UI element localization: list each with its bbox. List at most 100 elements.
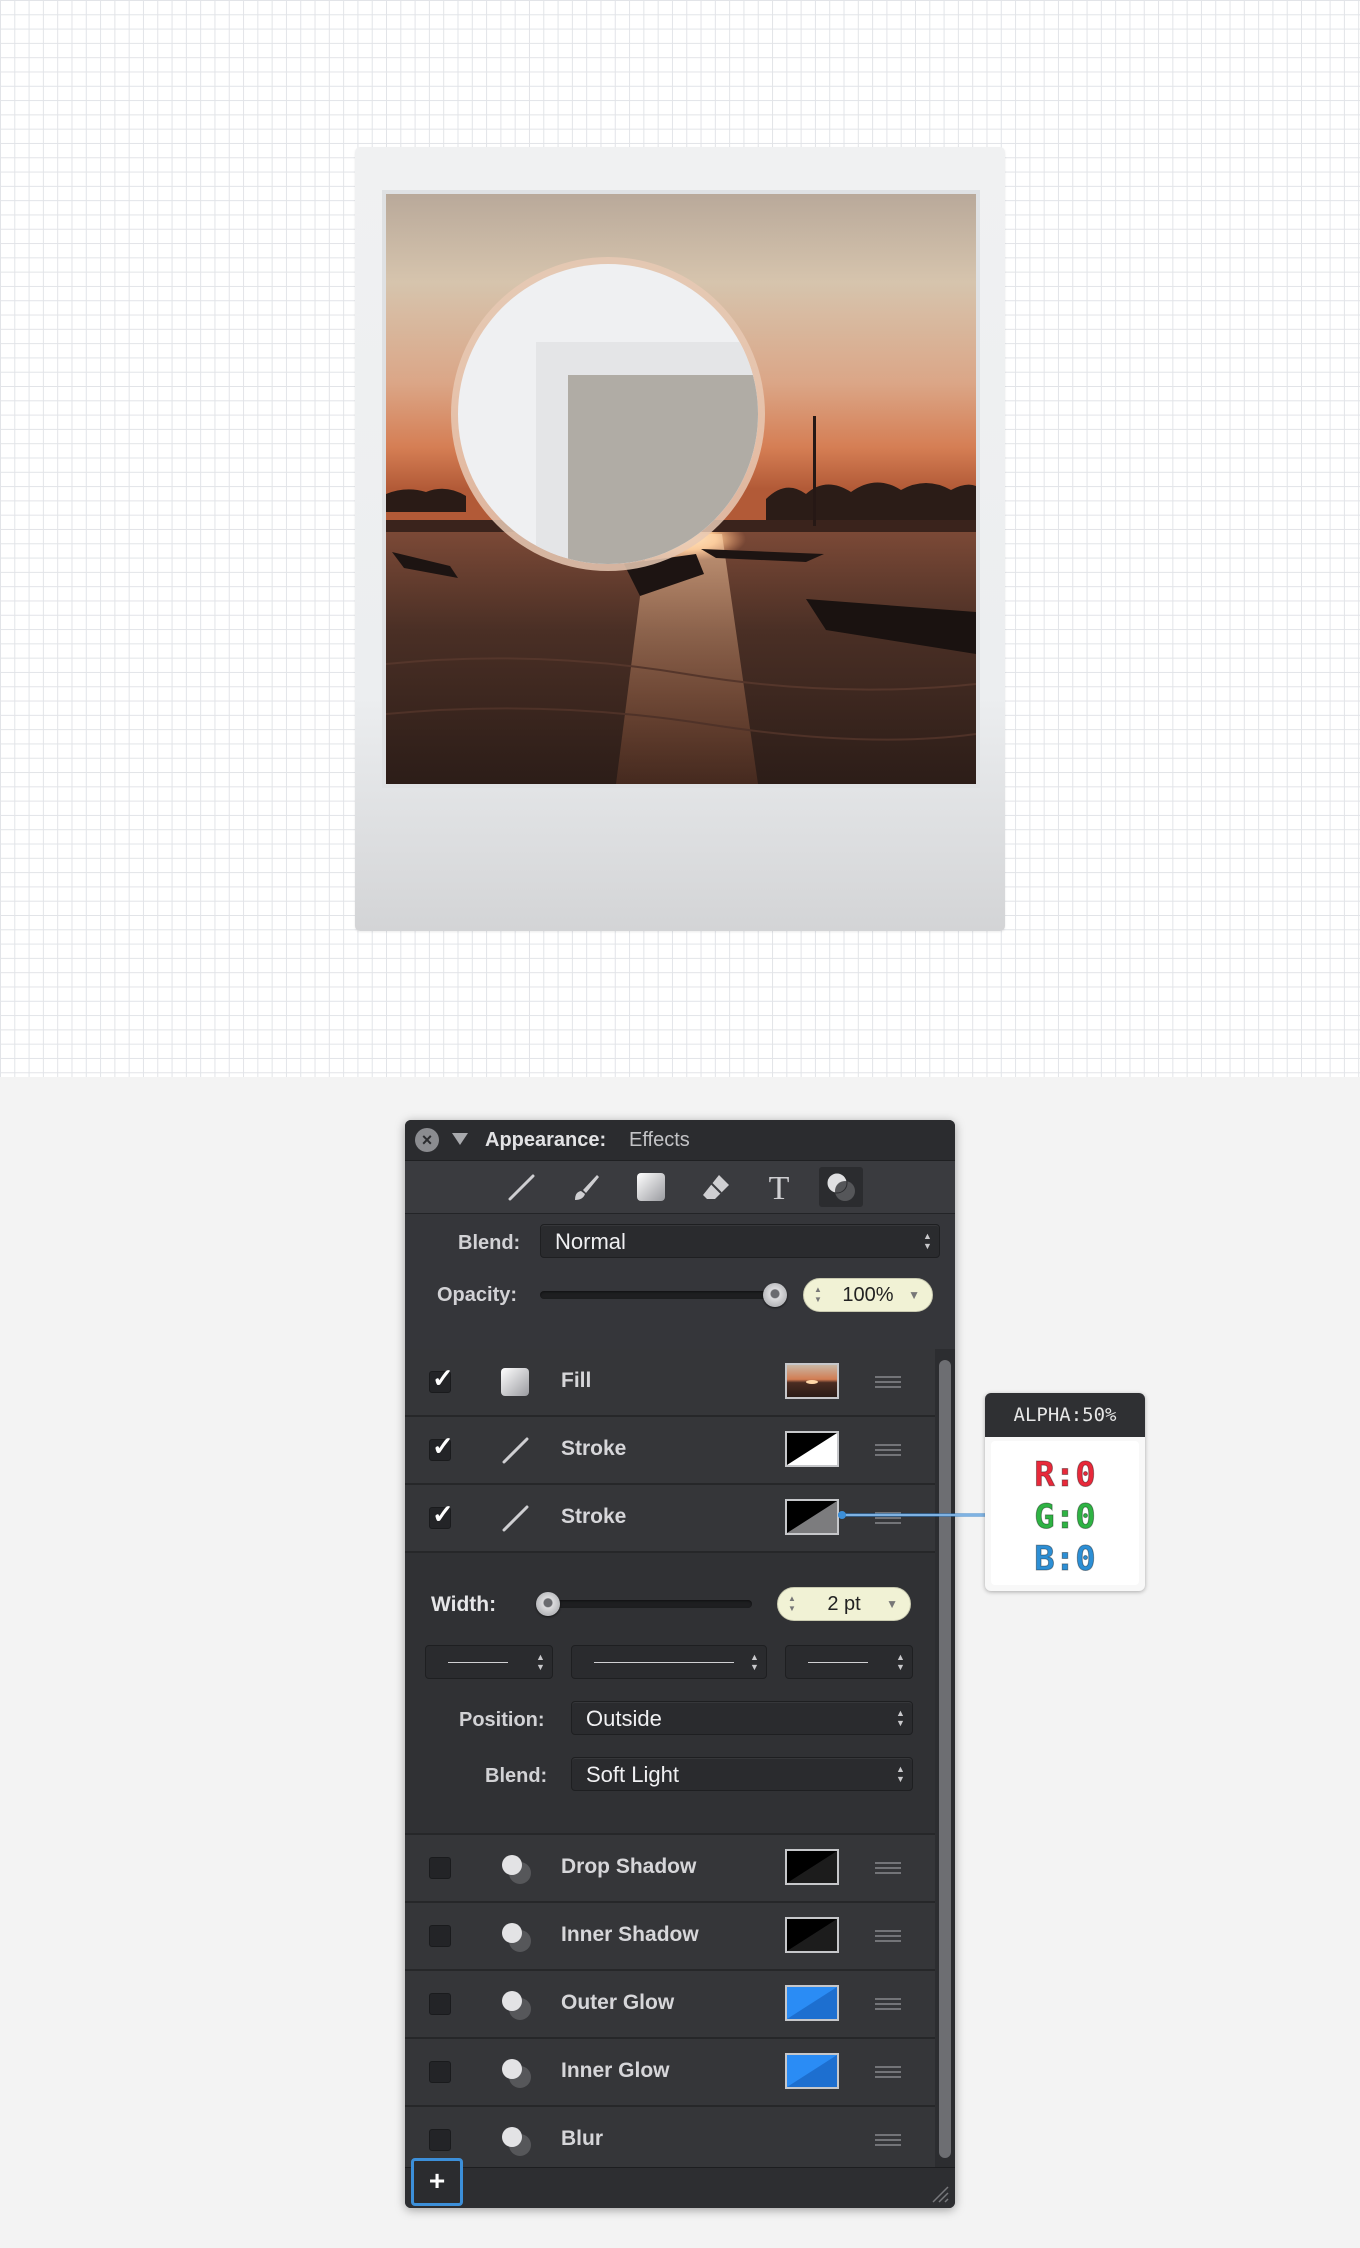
scrollbar-thumb[interactable] — [939, 1360, 951, 2158]
list-item-inner-glow[interactable]: Inner Glow — [405, 2039, 935, 2107]
green-value: G:0 — [1034, 1497, 1096, 1538]
updown-arrows-icon: ▲ ▼ — [896, 1764, 905, 1784]
blend-value: Normal — [555, 1229, 626, 1254]
red-value: R:0 — [1034, 1455, 1096, 1496]
position-select[interactable]: Outside ▲ ▼ — [571, 1701, 913, 1735]
effects-icon — [499, 1852, 531, 1884]
alpha-label: ALPHA:50% — [985, 1393, 1145, 1437]
effects-icon — [499, 1988, 531, 2020]
stepper-arrows-icon: ▲ ▼ — [814, 1285, 822, 1304]
row-label: Inner Glow — [561, 2059, 670, 2082]
drag-handle-icon[interactable] — [875, 1930, 901, 1942]
stroke-swatch[interactable] — [785, 1431, 839, 1467]
checkmark-icon: ✓ — [432, 1499, 454, 1529]
list-item-stroke-2[interactable]: ✓ Stroke — [405, 1485, 935, 1553]
position-label: Position: — [459, 1709, 545, 1731]
drag-handle-icon[interactable] — [875, 1998, 901, 2010]
opacity-stepper[interactable]: ▲ ▼ 100% ▼ — [803, 1278, 933, 1312]
list-item-fill[interactable]: ✓ Fill — [405, 1349, 935, 1417]
resize-grip-icon[interactable] — [929, 2183, 949, 2203]
appearance-panel: × Appearance: Effects T Blend: Normal ▲ ▼… — [405, 1120, 955, 2208]
blur-checkbox[interactable] — [429, 2129, 451, 2151]
outer-glow-swatch[interactable] — [785, 1985, 839, 2021]
list-item-outer-glow[interactable]: Outer Glow — [405, 1971, 935, 2039]
list-item-stroke[interactable]: ✓ Stroke — [405, 1417, 935, 1485]
fill-square-icon[interactable] — [629, 1167, 673, 1207]
drop-shadow-swatch[interactable] — [785, 1849, 839, 1885]
effects-icon — [499, 1920, 531, 1952]
width-label: Width: — [431, 1593, 497, 1616]
svg-text:T: T — [769, 1171, 790, 1203]
updown-arrows-icon: ▲ ▼ — [896, 1708, 905, 1728]
row-label: Stroke — [561, 1505, 627, 1528]
stroke-line-icon — [499, 1502, 531, 1534]
updown-arrows-icon: ▲ ▼ — [536, 1652, 545, 1672]
appearance-settings: Blend: Normal ▲ ▼ Opacity: ▲ ▼ 100% ▼ — [405, 1214, 955, 1350]
drag-handle-icon[interactable] — [875, 1376, 901, 1388]
blend-label: Blend: — [458, 1232, 521, 1254]
row-label: Fill — [561, 1369, 592, 1392]
close-icon[interactable]: × — [415, 1128, 439, 1152]
row-label: Inner Shadow — [561, 1923, 699, 1946]
drag-handle-icon[interactable] — [875, 1444, 901, 1456]
sunset-photo-art — [386, 194, 976, 784]
effects-icon — [499, 2124, 531, 2156]
width-stepper[interactable]: ▲ ▼ 2 pt ▼ — [777, 1587, 911, 1621]
eraser-icon[interactable] — [694, 1167, 738, 1207]
row-label: Stroke — [561, 1437, 627, 1460]
width-slider[interactable] — [540, 1600, 752, 1608]
opacity-value: 100% — [842, 1284, 894, 1306]
panel-subtitle: Effects — [629, 1129, 690, 1151]
stepper-arrows-icon: ▲ ▼ — [788, 1594, 796, 1613]
inner-shadow-checkbox[interactable] — [429, 1925, 451, 1947]
color-value-card: ALPHA:50% R:0 G:0 B:0 — [985, 1393, 1145, 1591]
panel-titlebar: × Appearance: Effects — [405, 1120, 955, 1161]
stroke-options: Width: ▲▼ 2 pt ▼ ▲▼ ▲▼ ▲▼ Position: — [405, 1553, 935, 1835]
width-slider-knob[interactable] — [536, 1592, 560, 1616]
effects-icon — [499, 2056, 531, 2088]
add-effect-button[interactable]: + — [411, 2158, 463, 2206]
text-icon[interactable]: T — [757, 1167, 801, 1207]
blend-select[interactable]: Normal ▲ ▼ — [540, 1224, 940, 1258]
drag-handle-icon[interactable] — [875, 2134, 901, 2146]
outer-glow-checkbox[interactable] — [429, 1993, 451, 2015]
sunset-photo[interactable] — [386, 194, 976, 784]
row-label: Outer Glow — [561, 1991, 675, 2014]
stroke-start-select[interactable]: ▲ ▼ — [425, 1645, 553, 1679]
inner-glow-checkbox[interactable] — [429, 2061, 451, 2083]
disclosure-triangle-icon[interactable] — [452, 1133, 468, 1145]
row-label: Drop Shadow — [561, 1855, 697, 1878]
updown-arrows-icon: ▲ ▼ — [896, 1652, 905, 1672]
stroke-checkbox[interactable]: ✓ — [429, 1431, 454, 1461]
blue-value: B:0 — [1034, 1539, 1096, 1580]
stroke-2-swatch[interactable] — [785, 1499, 839, 1535]
opacity-slider-knob[interactable] — [763, 1283, 787, 1307]
stroke-blend-select[interactable]: Soft Light ▲ ▼ — [571, 1757, 913, 1791]
drag-handle-icon[interactable] — [875, 1862, 901, 1874]
stroke-end-select[interactable]: ▲ ▼ — [785, 1645, 913, 1679]
row-label: Blur — [561, 2127, 603, 2150]
stroke-dash-select[interactable]: ▲ ▼ — [571, 1645, 767, 1679]
checkmark-icon: ✓ — [432, 1363, 454, 1393]
rgb-values: R:0 G:0 B:0 — [991, 1441, 1139, 1585]
opacity-slider[interactable] — [540, 1291, 775, 1299]
callout-connector — [838, 1511, 988, 1519]
effects-icon[interactable] — [819, 1167, 863, 1207]
drag-handle-icon[interactable] — [875, 2066, 901, 2078]
list-item-blur[interactable]: Blur — [405, 2107, 935, 2175]
inner-glow-swatch[interactable] — [785, 2053, 839, 2089]
stroke-line-icon[interactable] — [499, 1167, 543, 1207]
drop-shadow-checkbox[interactable] — [429, 1857, 451, 1879]
stroke-2-checkbox[interactable]: ✓ — [429, 1499, 454, 1529]
stroke-line-icon — [499, 1434, 531, 1466]
checkmark-icon: ✓ — [432, 1431, 454, 1461]
fill-checkbox[interactable]: ✓ — [429, 1363, 454, 1393]
width-value: 2 pt — [827, 1593, 861, 1615]
line-style-icon — [594, 1662, 734, 1663]
brush-icon[interactable] — [564, 1167, 608, 1207]
fill-swatch[interactable] — [785, 1363, 839, 1399]
list-item-inner-shadow[interactable]: Inner Shadow — [405, 1903, 935, 1971]
list-item-drop-shadow[interactable]: Drop Shadow — [405, 1835, 935, 1903]
updown-arrows-icon: ▲ ▼ — [923, 1231, 932, 1251]
inner-shadow-swatch[interactable] — [785, 1917, 839, 1953]
